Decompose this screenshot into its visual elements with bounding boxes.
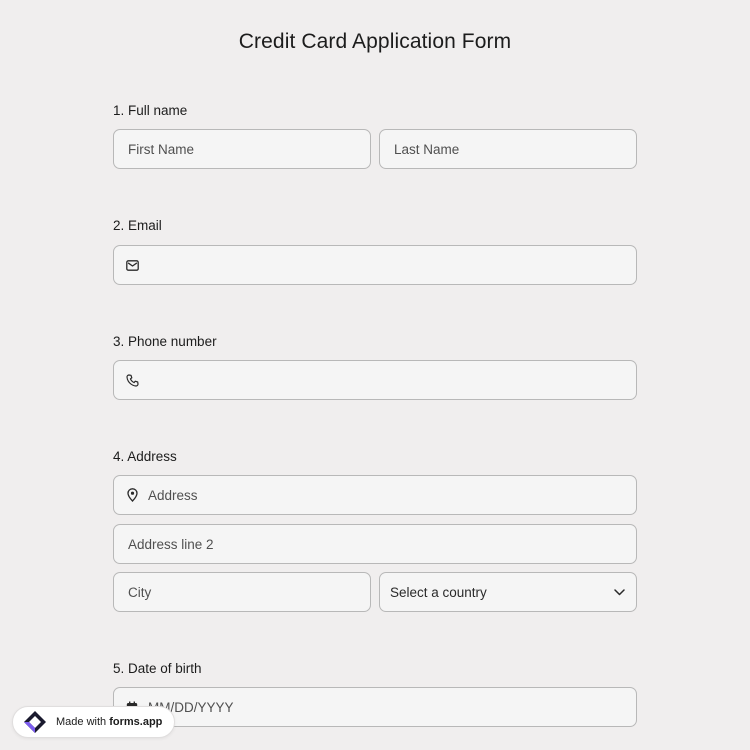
map-pin-icon	[124, 487, 140, 503]
chevron-down-icon	[612, 585, 626, 599]
form-title: Credit Card Application Form	[238, 30, 512, 53]
forms-app-logo-icon	[21, 708, 49, 736]
phone-field[interactable]	[113, 360, 637, 400]
badge-brand: forms.app	[109, 716, 163, 728]
last-name-input[interactable]	[380, 130, 636, 168]
question-full-name-label: 1. Full name	[113, 103, 188, 118]
phone-icon	[124, 372, 140, 388]
country-select-value: Select a country	[390, 584, 487, 600]
first-name-field[interactable]	[113, 129, 371, 169]
address-line-2-field[interactable]	[113, 524, 637, 564]
made-with-forms-app-badge[interactable]: Made with forms.app	[12, 706, 176, 738]
phone-input[interactable]	[114, 361, 636, 399]
country-select[interactable]: Select a country	[379, 572, 637, 612]
city-field[interactable]	[113, 572, 371, 612]
question-email-label: 2. Email	[113, 218, 162, 233]
last-name-field[interactable]	[379, 129, 637, 169]
envelope-icon	[124, 257, 140, 273]
address-input[interactable]	[114, 476, 636, 514]
question-date-of-birth-label: 5. Date of birth	[113, 661, 202, 676]
address-line-2-input[interactable]	[114, 525, 636, 563]
address-field[interactable]	[113, 475, 637, 515]
date-of-birth-input[interactable]	[114, 688, 636, 726]
question-phone-label: 3. Phone number	[113, 334, 217, 349]
city-input[interactable]	[114, 573, 370, 611]
first-name-input[interactable]	[114, 130, 370, 168]
badge-prefix: Made with	[56, 716, 110, 728]
date-of-birth-field[interactable]	[113, 687, 637, 727]
badge-text: Made with forms.app	[56, 716, 162, 728]
email-input[interactable]	[114, 246, 636, 284]
email-field[interactable]	[113, 245, 637, 285]
form-page: Credit Card Application Form 1. Full nam…	[0, 0, 750, 750]
question-address-label: 4. Address	[113, 449, 177, 464]
